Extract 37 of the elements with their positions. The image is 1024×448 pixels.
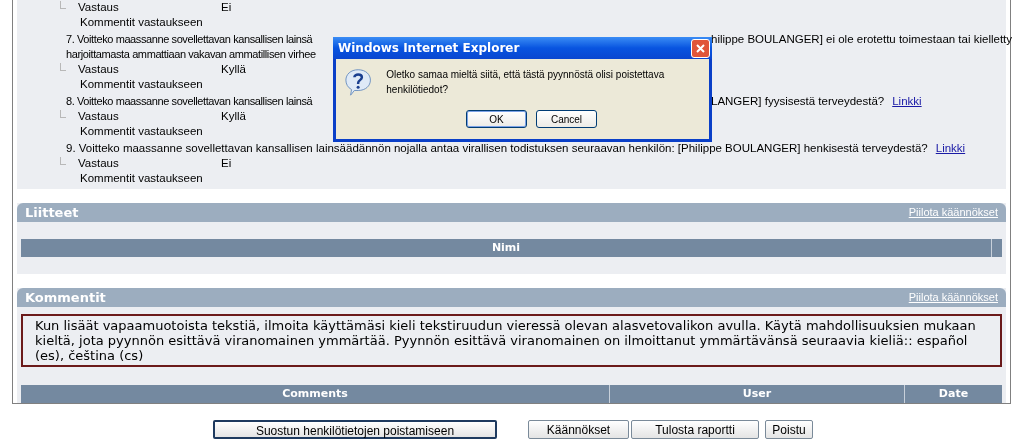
answer-value: Kyllä bbox=[221, 109, 246, 124]
question-text: LANGER] fyysisestä terveydestä? bbox=[711, 94, 885, 109]
question-text: harjoittamasta ammattiaan vakavan ammatillisen virhee bbox=[66, 48, 316, 60]
action-button[interactable]: Poistu bbox=[765, 420, 813, 439]
comment-label: Kommentit vastaukseen bbox=[80, 15, 203, 30]
question-text: 8. Voitteko maassanne sovellettavan kansallisen lainsä bbox=[66, 95, 313, 107]
dialog-button[interactable]: Cancel bbox=[536, 110, 597, 128]
answer-label: Vastaus bbox=[78, 109, 120, 124]
answer-label: Vastaus bbox=[78, 156, 120, 171]
question-text: hilippe BOULANGER] ei ole erotettu toimestaan tai kielletty bbox=[711, 32, 1013, 47]
question-icon bbox=[344, 67, 373, 97]
question-text: 7. Voitteko maassanne sovellettavan kansallisen lainsä bbox=[66, 33, 313, 45]
answer-value: Kyllä bbox=[221, 62, 246, 77]
answer-value: Ei bbox=[221, 156, 232, 171]
action-button[interactable]: Suostun henkilötietojen poistamiseen bbox=[213, 420, 497, 439]
column-header: Nimi bbox=[21, 239, 992, 257]
comment-label: Kommentit vastaukseen bbox=[80, 77, 203, 92]
question-text: 9. Voitteko maassanne sovellettavan kansallisen lainsäädännön nojalla antaa virallisen todistuksen seuraavan henkilön: [Philippe BOULANGER] henkisestä terveydestä? bbox=[66, 141, 928, 156]
column-header: Date bbox=[937, 385, 970, 402]
comment-label: Kommentit vastaukseen bbox=[80, 124, 203, 139]
column-header: User bbox=[610, 385, 905, 403]
dialog-button[interactable]: OK bbox=[466, 110, 527, 128]
language-notice: Kun lisäät vapaamuotoista tekstiä, ilmoita käyttämäsi kieli tekstiruudun vieressä olevan alasvetovalikon avulla. Käytä mahdollisuuksien mukaan kieltä, jota pyynnön esittävä viranomainen ymmärtää. Pyynnön esittävä viranomainen on ilmoittanut ymmärtävänsä seuraavia kieliä:: español (es), čeština (cs) bbox=[21, 314, 1002, 367]
answer-value: Ei bbox=[221, 0, 232, 15]
dialog-message: Oletko samaa mieltä siitä, että tästä pyynnöstä olisi poistettava henkilötiedot? bbox=[386, 68, 666, 97]
section-title: Kommentit bbox=[25, 288, 106, 307]
action-button[interactable]: Käännökset bbox=[528, 420, 629, 439]
comment-label: Kommentit vastaukseen bbox=[80, 171, 203, 186]
action-button[interactable]: Tulosta raportti bbox=[631, 420, 759, 439]
question-link[interactable]: Linkki bbox=[935, 141, 966, 156]
column-header: Comments bbox=[21, 385, 610, 403]
dialog-title: Windows Internet Explorer bbox=[338, 40, 520, 57]
close-icon[interactable] bbox=[691, 38, 710, 58]
question-link[interactable]: Linkki bbox=[892, 94, 922, 109]
answer-label: Vastaus bbox=[78, 0, 120, 15]
section-title: Liitteet bbox=[25, 203, 79, 222]
answer-label: Vastaus bbox=[78, 62, 120, 77]
